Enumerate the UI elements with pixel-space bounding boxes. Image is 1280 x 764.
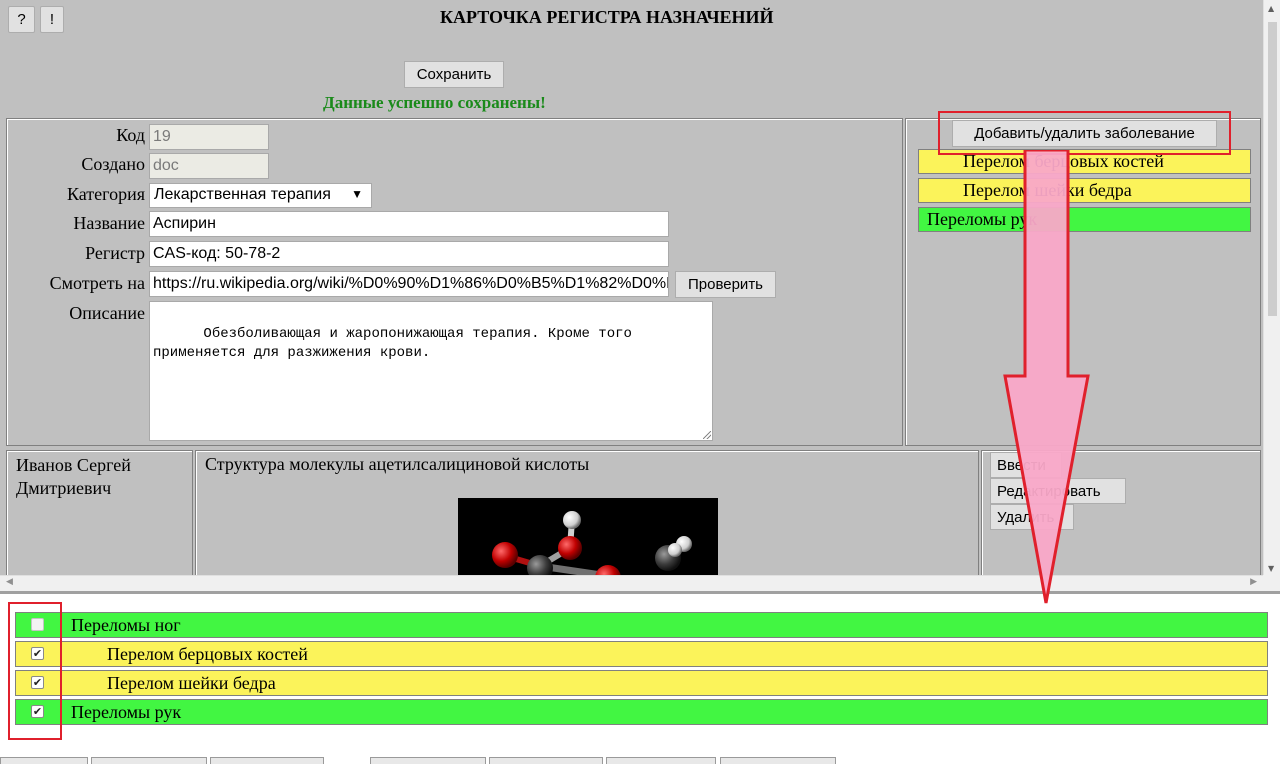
category-select-value: Лекарственная терапия bbox=[154, 186, 331, 203]
tree-row-label: Переломы ног bbox=[71, 615, 181, 635]
horizontal-scrollbar[interactable]: ◀ ▶ bbox=[0, 575, 1263, 591]
chevron-down-icon: ▼ bbox=[351, 187, 363, 201]
selected-disease-item: Перелом берцовых костей bbox=[918, 149, 1251, 174]
registry-form-panel: Код 19 Создано doc Категория Лекарственн… bbox=[6, 118, 903, 446]
tree-row-label: Перелом шейки бедра bbox=[107, 673, 276, 693]
code-label: Код bbox=[116, 125, 145, 145]
scroll-down-icon[interactable]: ▼ bbox=[1268, 564, 1274, 573]
molecule-image bbox=[458, 498, 718, 578]
scroll-right-icon[interactable]: ▶ bbox=[1250, 577, 1257, 587]
tree-checkbox-checked[interactable]: ✔ bbox=[31, 676, 44, 689]
description-text: Обезболивающая и жаропонижающая терапия.… bbox=[153, 326, 632, 361]
resize-grip-icon[interactable] bbox=[703, 431, 711, 439]
selected-disease-item: Перелом шейки бедра bbox=[918, 178, 1251, 203]
author-name: Иванов Сергей Дмитриевич bbox=[16, 455, 131, 498]
created-field: doc bbox=[149, 153, 269, 179]
url-label: Смотреть на bbox=[49, 273, 145, 293]
tree-checkbox-checked[interactable]: ✔ bbox=[31, 705, 44, 718]
alert-button[interactable]: ! bbox=[40, 6, 64, 33]
code-field: 19 bbox=[149, 124, 269, 150]
scrollbar-thumb[interactable] bbox=[1268, 22, 1277, 316]
save-button[interactable]: Сохранить bbox=[404, 61, 504, 88]
category-label: Категория bbox=[67, 184, 145, 204]
actions-panel: Ввести Редактировать Удалить bbox=[981, 450, 1261, 590]
structure-caption: Структура молекулы ацетилсалициновой кис… bbox=[205, 454, 590, 474]
delete-button[interactable]: Удалить bbox=[990, 504, 1074, 530]
save-status-message: Данные успешно сохранены! bbox=[323, 93, 546, 112]
vertical-scrollbar[interactable]: ▲ ▼ bbox=[1263, 0, 1280, 575]
scroll-left-icon[interactable]: ◀ bbox=[6, 577, 13, 587]
tree-row-child[interactable]: ✔ Перелом шейки бедра bbox=[15, 670, 1268, 696]
tree-row-parent[interactable]: Переломы ног bbox=[15, 612, 1268, 638]
created-label: Создано bbox=[81, 154, 145, 174]
disease-tree-frame: Переломы ног ✔ Перелом берцовых костей ✔… bbox=[0, 591, 1280, 764]
register-field[interactable]: CAS-код: 50-78-2 bbox=[149, 241, 669, 267]
scroll-up-icon[interactable]: ▲ bbox=[1268, 4, 1274, 13]
name-label: Название bbox=[73, 213, 145, 233]
tree-row-label: Переломы рук bbox=[71, 702, 182, 722]
tree-row-label: Перелом берцовых костей bbox=[107, 644, 308, 664]
tree-checkbox[interactable] bbox=[31, 618, 44, 631]
check-url-button[interactable]: Проверить bbox=[675, 271, 776, 298]
page-title: КАРТОЧКА РЕГИСТРА НАЗНАЧЕНИЙ bbox=[440, 7, 774, 27]
diseases-panel: Добавить/удалить заболевание Перелом бер… bbox=[905, 118, 1261, 446]
add-remove-disease-button[interactable]: Добавить/удалить заболевание bbox=[952, 120, 1217, 147]
author-panel: Иванов Сергей Дмитриевич bbox=[6, 450, 193, 590]
structure-panel: Структура молекулы ацетилсалициновой кис… bbox=[195, 450, 979, 590]
description-textarea[interactable]: Обезболивающая и жаропонижающая терапия.… bbox=[149, 301, 713, 441]
register-label: Регистр bbox=[85, 243, 145, 263]
tree-checkbox-checked[interactable]: ✔ bbox=[31, 647, 44, 660]
help-button[interactable]: ? bbox=[8, 6, 35, 33]
name-field[interactable]: Аспирин bbox=[149, 211, 669, 237]
tree-row-parent[interactable]: ✔ Переломы рук bbox=[15, 699, 1268, 725]
enter-button[interactable]: Ввести bbox=[990, 452, 1062, 478]
tree-row-child[interactable]: ✔ Перелом берцовых костей bbox=[15, 641, 1268, 667]
edit-button[interactable]: Редактировать bbox=[990, 478, 1126, 504]
card-frame: ? ! КАРТОЧКА РЕГИСТРА НАЗНАЧЕНИЙ Сохрани… bbox=[0, 0, 1280, 591]
category-select[interactable]: Лекарственная терапия ▼ bbox=[149, 183, 372, 208]
description-label: Описание bbox=[69, 303, 145, 323]
url-field[interactable]: https://ru.wikipedia.org/wiki/%D0%90%D1%… bbox=[149, 271, 669, 297]
scrollbar-corner bbox=[1263, 575, 1280, 591]
selected-disease-item: Переломы рук bbox=[918, 207, 1251, 232]
